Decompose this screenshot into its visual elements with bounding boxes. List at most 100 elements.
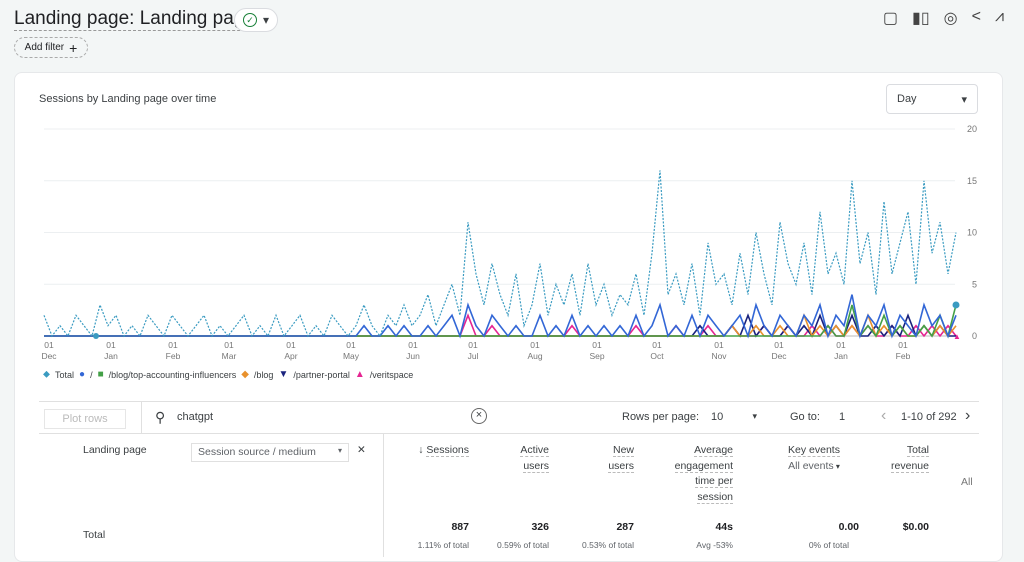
add-filter-label: Add filter: [24, 42, 65, 53]
x-tick-label: Dec: [771, 351, 787, 361]
search-input[interactable]: chatgpt: [177, 411, 213, 423]
secondary-dimension-select[interactable]: Session source / medium ▾: [191, 443, 349, 462]
compare-icon[interactable]: ▮▯: [912, 8, 930, 28]
legend-marker-icon: ■: [97, 369, 104, 380]
next-page-icon[interactable]: ›: [965, 407, 970, 425]
legend-marker-icon: ▲: [354, 369, 365, 380]
goto-label: Go to:: [790, 411, 820, 423]
x-tick-label: 01: [530, 340, 540, 350]
secondary-dimension-value: Session source / medium: [198, 446, 316, 458]
total-percent: 0% of total: [808, 540, 849, 550]
x-tick-label: Jul: [468, 351, 479, 361]
column-header-text: session: [697, 490, 733, 504]
column-header-text: revenue: [891, 459, 929, 473]
total-end-marker: [952, 301, 960, 309]
search-icon: ⚲: [155, 409, 166, 425]
x-tick-label: 01: [408, 340, 418, 350]
insights-icon[interactable]: ◎: [944, 8, 958, 28]
y-tick-label: 15: [967, 176, 977, 186]
clear-search-icon[interactable]: ×: [471, 408, 487, 424]
x-tick-label: 01: [774, 340, 784, 350]
column-header-text: Sessions: [426, 444, 469, 457]
x-tick-label: Sep: [589, 351, 604, 361]
status-dropdown[interactable]: ✓ ▾: [234, 8, 278, 32]
x-tick-label: Jan: [104, 351, 118, 361]
share-icon[interactable]: <: [972, 8, 981, 28]
legend-item[interactable]: /blog: [254, 370, 274, 380]
column-header-text: Key events: [788, 444, 840, 457]
legend-item[interactable]: /partner-portal: [293, 370, 350, 380]
x-tick-label: 01: [836, 340, 846, 350]
legend-item[interactable]: /: [90, 370, 93, 380]
data-table: Landing page Session source / medium ▾ ✕ …: [39, 433, 979, 557]
total-percent: 1.11% of total: [417, 540, 469, 550]
more-columns: All: [961, 476, 973, 488]
total-percent: 0.53% of total: [582, 540, 634, 550]
total-value: 287: [616, 521, 634, 533]
note-icon[interactable]: ▢: [883, 8, 898, 28]
prev-page-icon[interactable]: ‹: [881, 407, 886, 425]
series-line: [44, 304, 957, 339]
trend-icon[interactable]: ⩘: [995, 8, 1004, 28]
x-tick-label: Mar: [222, 351, 237, 361]
y-tick-label: 10: [967, 228, 977, 238]
goto-input[interactable]: 1: [839, 411, 845, 423]
column-header-text: Active: [520, 444, 549, 457]
legend-item[interactable]: /blog/top-accounting-influencers: [109, 370, 237, 380]
x-tick-label: 01: [168, 340, 178, 350]
column-header-text: engagement: [674, 459, 733, 473]
legend-item[interactable]: /veritspace: [370, 370, 414, 380]
x-tick-label: 01: [468, 340, 478, 350]
landing-page-header[interactable]: Landing page: [83, 444, 147, 456]
y-tick-label: 5: [972, 279, 977, 289]
column-header[interactable]: ↓ Sessions: [404, 443, 469, 459]
total-value: 326: [531, 521, 549, 533]
column-header[interactable]: Average engagement time per session: [669, 443, 733, 505]
y-tick-label: 20: [967, 124, 977, 134]
rows-per-page-select[interactable]: 10 ▾: [711, 411, 757, 423]
x-tick-label: 01: [714, 340, 724, 350]
add-filter-button[interactable]: Add filter +: [14, 37, 88, 58]
table-toolbar: Plot rows ⚲ chatgpt × Rows per page: 10 ▾…: [39, 401, 979, 434]
column-header-text: time per: [695, 475, 733, 488]
legend-item[interactable]: Total: [55, 370, 74, 380]
total-percent: Avg -53%: [696, 540, 733, 550]
rows-per-page-value: 10: [711, 411, 724, 423]
x-tick-label: 01: [898, 340, 908, 350]
x-tick-label: Jan: [834, 351, 848, 361]
chart-legend: ⬥ Total ● / ■ /blog/top-accounting-influencer…: [43, 369, 413, 380]
x-tick-label: Feb: [896, 351, 911, 361]
column-header-text: users: [608, 459, 634, 473]
veritspace-end-marker: ▲: [953, 332, 961, 341]
total-value: 887: [451, 521, 469, 533]
plot-rows-button[interactable]: Plot rows: [44, 409, 126, 429]
x-tick-label: Nov: [711, 351, 727, 361]
total-value: $0.00: [902, 521, 929, 533]
plus-icon: +: [69, 39, 78, 56]
caret-down-icon: ▾: [262, 13, 270, 27]
column-header[interactable]: New users: [591, 443, 634, 474]
total-value: 0.00: [838, 521, 859, 533]
column-header[interactable]: Total revenue: [889, 443, 929, 474]
x-tick-label: Dec: [41, 351, 57, 361]
x-tick-label: Oct: [650, 351, 664, 361]
x-tick-label: Jun: [406, 351, 420, 361]
column-header-text: Total: [906, 444, 929, 457]
check-icon: ✓: [242, 13, 257, 27]
sessions-chart: 0510152001Dec01Jan01Feb01Mar01Apr01May01…: [41, 124, 977, 361]
total-marker: [93, 333, 99, 339]
column-header[interactable]: Key events All events ▾: [769, 443, 859, 474]
x-tick-label: Feb: [166, 351, 181, 361]
caret-down-icon: ▾: [337, 446, 342, 455]
key-events-select[interactable]: All events: [788, 460, 834, 472]
column-header[interactable]: Active users: [509, 443, 549, 474]
column-header-text: Average: [694, 444, 733, 457]
column-header-text: users: [523, 459, 549, 473]
x-tick-label: 01: [652, 340, 662, 350]
x-tick-label: Aug: [527, 351, 542, 361]
remove-secondary-dimension[interactable]: ✕: [357, 444, 366, 456]
chart-card: Sessions by Landing page over time Day ▾ …: [14, 72, 1003, 562]
total-value: 44s: [715, 521, 733, 533]
x-tick-label: May: [343, 351, 360, 361]
page-title[interactable]: Landing page: Landing page: [14, 8, 255, 31]
